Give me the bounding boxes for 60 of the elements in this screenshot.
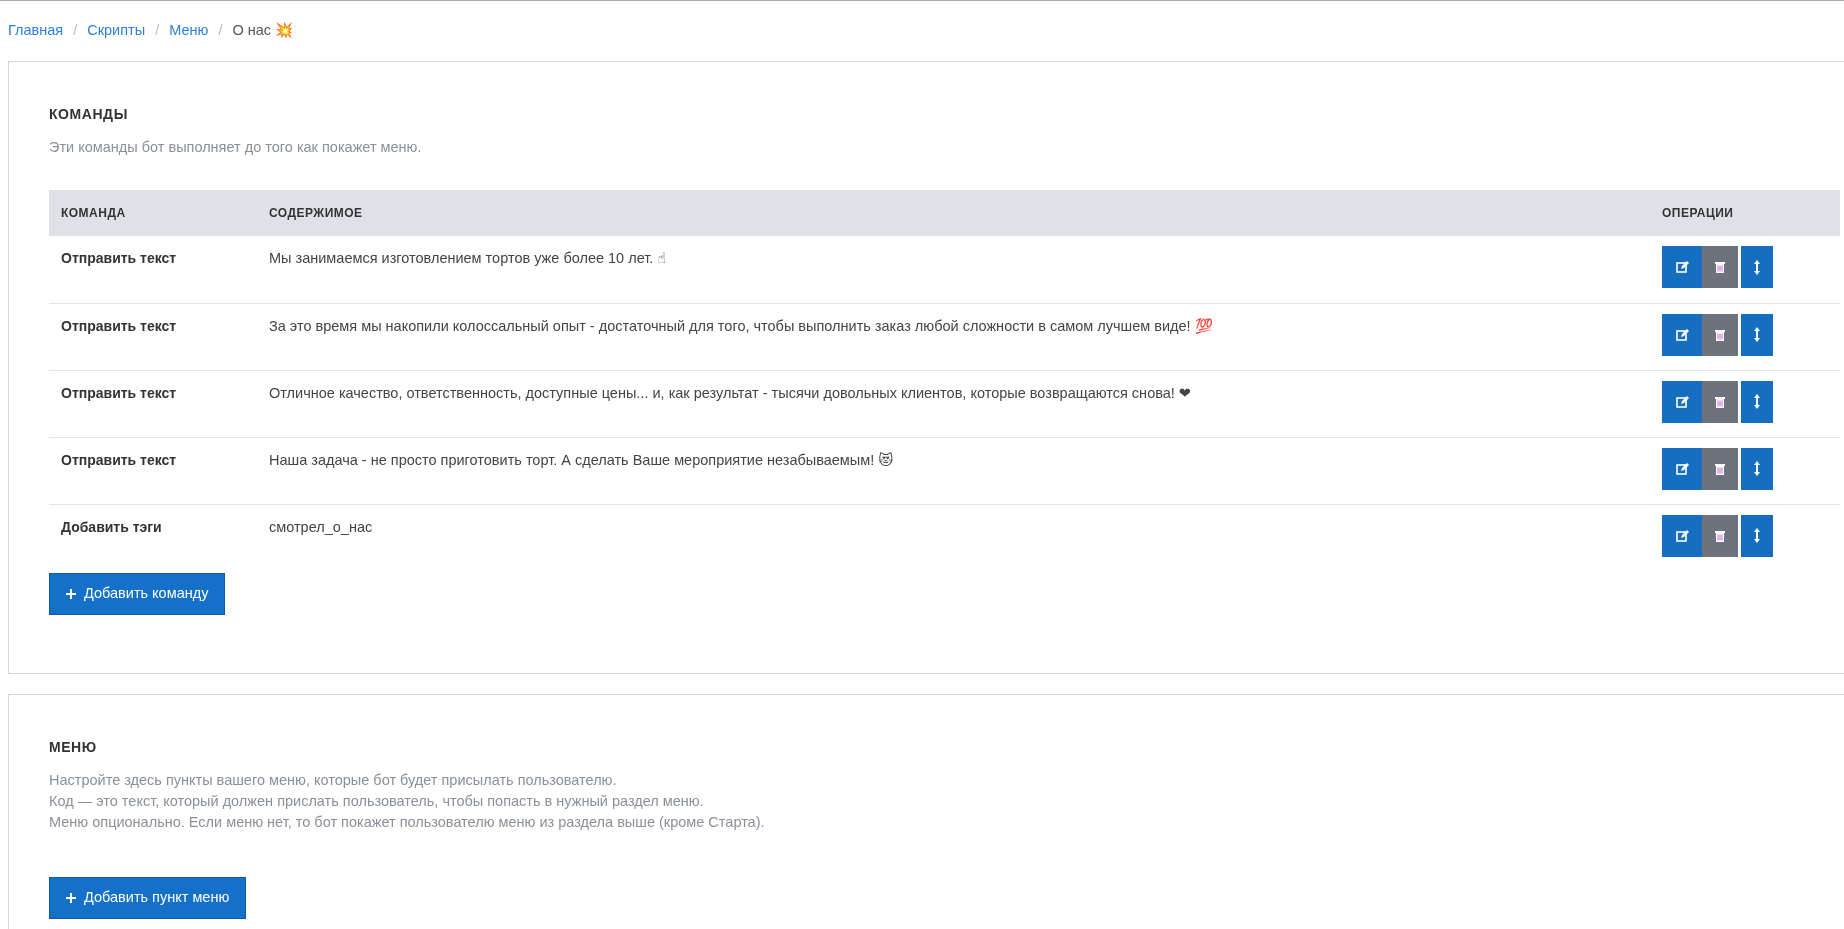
breadcrumb-link[interactable]: Скрипты bbox=[87, 20, 146, 42]
up-down-arrow-icon bbox=[1754, 528, 1760, 543]
trash-icon bbox=[1715, 261, 1725, 273]
table-cell: смотрел_о_нас bbox=[257, 504, 1650, 569]
move-button[interactable] bbox=[1741, 246, 1773, 288]
trash-icon bbox=[1715, 529, 1725, 542]
delete-button[interactable] bbox=[1702, 246, 1738, 288]
breadcrumb-current: О нас 💥 bbox=[232, 21, 294, 41]
edit-button[interactable] bbox=[1662, 380, 1702, 423]
up-down-arrow-icon bbox=[1754, 259, 1760, 275]
move-button[interactable] bbox=[1741, 514, 1773, 557]
section-description: Настройте здесь пункты вашего меню, которые бот будет присылать пользователю. bbox=[49, 770, 618, 790]
trash-icon bbox=[1715, 395, 1725, 408]
move-button[interactable] bbox=[1741, 313, 1773, 356]
table-cell: Мы занимаемся изготовлением тортов уже более 10 лет. ☝ bbox=[257, 236, 1650, 303]
table-cell: Наша задача - не просто приготовить торт. А сделать Ваше мероприятие незабываемым! 😻 bbox=[257, 437, 1650, 504]
section-description: Меню опционально. Если меню нет, то бот покажет пользователю меню из раздела выше (кроме Старта). bbox=[49, 812, 766, 832]
breadcrumb-link[interactable]: Меню bbox=[169, 20, 209, 42]
table-cell: Отправить текст bbox=[49, 236, 257, 303]
breadcrumb-separator: / bbox=[73, 21, 78, 41]
delete-button[interactable] bbox=[1702, 447, 1738, 490]
up-down-arrow-icon bbox=[1754, 461, 1760, 476]
edit-button[interactable] bbox=[1662, 447, 1702, 490]
edit-button[interactable] bbox=[1662, 514, 1702, 557]
breadcrumb-separator: / bbox=[218, 21, 223, 41]
edit-icon bbox=[1675, 261, 1689, 273]
plus-icon bbox=[66, 892, 76, 903]
edit-icon bbox=[1675, 328, 1689, 341]
up-down-arrow-icon bbox=[1754, 394, 1760, 409]
table-cell: За это время мы накопили колоссальный опыт - достаточный для того, чтобы выполнить заказ любой сложности в самом лучшем виде! 💯 bbox=[257, 303, 1650, 370]
column-header: СОДЕРЖИМОЕ bbox=[257, 190, 1650, 236]
plus-icon bbox=[66, 588, 76, 599]
add-button[interactable]: Добавить пункт меню bbox=[49, 876, 247, 919]
table-cell: Отправить текст bbox=[49, 303, 257, 370]
breadcrumb-link[interactable]: Главная bbox=[8, 20, 64, 42]
table-cell: Отличное качество, ответственность, доступные цены... и, как результат - тысячи довольных клиентов, которые возвращаются снова! ❤ bbox=[257, 370, 1650, 437]
column-header: КОМАНДА bbox=[49, 190, 257, 236]
breadcrumb-separator: / bbox=[155, 21, 160, 41]
section-description: Код — это текст, который должен прислать пользователь, чтобы попасть в нужный раздел меню. bbox=[49, 791, 705, 811]
move-button[interactable] bbox=[1741, 380, 1773, 423]
delete-button[interactable] bbox=[1702, 380, 1738, 423]
edit-icon bbox=[1675, 462, 1689, 475]
trash-icon bbox=[1715, 328, 1725, 341]
delete-button[interactable] bbox=[1702, 514, 1738, 557]
column-header: ОПЕРАЦИИ bbox=[1650, 190, 1840, 236]
section-title: МЕНЮ bbox=[49, 737, 98, 757]
trash-icon bbox=[1715, 462, 1725, 475]
section-description: Эти команды бот выполняет до того как покажет меню. bbox=[49, 138, 423, 157]
delete-button[interactable] bbox=[1702, 313, 1738, 356]
add-button[interactable]: Добавить команду bbox=[49, 572, 226, 615]
section-title: КОМАНДЫ bbox=[49, 105, 129, 124]
table-cell: Отправить текст bbox=[49, 370, 257, 437]
move-button[interactable] bbox=[1741, 447, 1773, 490]
edit-button[interactable] bbox=[1662, 313, 1702, 356]
table-cell: Добавить тэги bbox=[49, 504, 257, 569]
table-cell: Отправить текст bbox=[49, 437, 257, 504]
edit-button[interactable] bbox=[1662, 246, 1702, 288]
edit-icon bbox=[1675, 529, 1689, 542]
edit-icon bbox=[1675, 395, 1689, 408]
up-down-arrow-icon bbox=[1754, 327, 1760, 342]
